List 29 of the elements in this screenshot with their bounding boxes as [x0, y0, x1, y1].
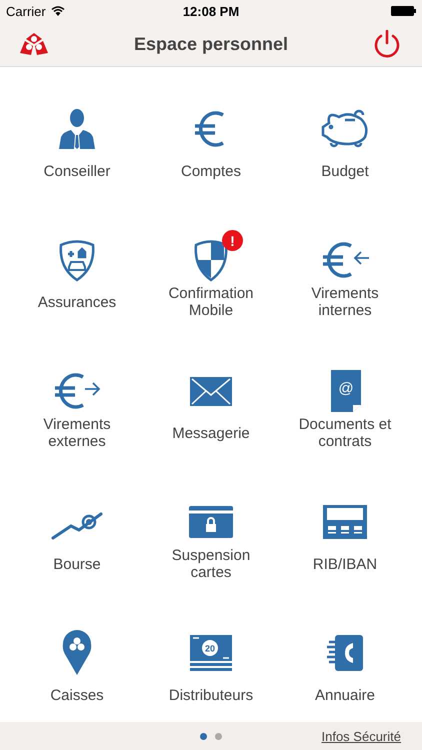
shield-icon: [193, 238, 229, 282]
tile-label[interactable]: Annuaire: [314, 686, 376, 704]
tile-label[interactable]: Distributeurs: [168, 686, 254, 704]
tile-label[interactable]: Assurances: [38, 294, 116, 310]
page-dot[interactable]: [215, 732, 222, 740]
alert-badge: !: [222, 230, 243, 251]
security-info-link[interactable]: Infos Sécurité: [322, 728, 401, 744]
power-icon[interactable]: [374, 30, 400, 58]
clock-time: 12:08 PM: [182, 4, 240, 18]
tile-label[interactable]: Documents et contrats: [285, 416, 405, 450]
tile-label[interactable]: Conseiller: [44, 162, 110, 180]
page-dot[interactable]: [200, 732, 207, 740]
tile-label[interactable]: Comptes: [180, 162, 242, 180]
screen-title: Espace personnel: [134, 34, 288, 54]
logo-icon: [20, 33, 48, 55]
wifi-icon: [50, 6, 65, 16]
tile-label[interactable]: Virements externes: [17, 416, 137, 450]
tile-label[interactable]: Virements internes: [285, 285, 405, 319]
carrier-name: Carrier: [6, 4, 46, 18]
tile-label[interactable]: Caisses: [50, 686, 104, 704]
tile-label[interactable]: Bourse: [53, 556, 101, 572]
battery-icon: [391, 6, 416, 16]
map-pin-icon: [62, 630, 92, 676]
shield-icon: [57, 238, 97, 282]
tile-label[interactable]: Budget: [321, 162, 369, 180]
tile-label[interactable]: Confirmation Mobile: [151, 285, 271, 319]
tile-label[interactable]: Messagerie: [172, 424, 250, 442]
tile-label[interactable]: Suspension cartes: [151, 547, 271, 581]
tile-label[interactable]: RIB/IBAN: [312, 556, 378, 572]
